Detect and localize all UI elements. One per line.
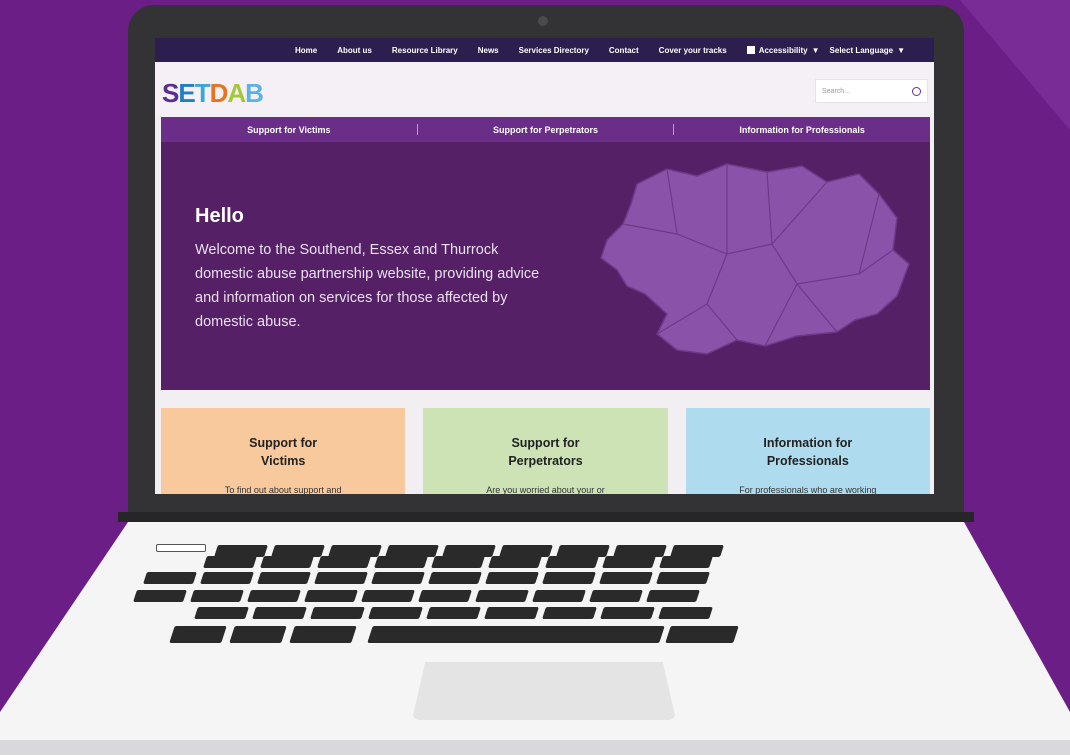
keyboard-key	[646, 590, 700, 602]
search-placeholder: Search...	[822, 87, 851, 95]
search-icon[interactable]	[912, 86, 921, 96]
laptop-hinge	[118, 512, 974, 522]
mainnav-support-victims[interactable]: Support for Victims	[161, 125, 417, 135]
keyboard-key	[367, 626, 665, 643]
keyboard-key	[190, 590, 244, 602]
keyboard-key	[475, 590, 529, 602]
category-cards: Support for Victims To find out about su…	[161, 408, 930, 494]
nav-home[interactable]: Home	[295, 46, 317, 55]
keyboard-key	[361, 590, 415, 602]
keyboard-key	[368, 607, 423, 619]
keyboard-key	[488, 556, 542, 568]
keyboard-key	[431, 556, 485, 568]
keyboard-key	[374, 556, 428, 568]
accessibility-menu[interactable]: Accessibility ▼	[746, 45, 820, 55]
keyboard-key	[656, 572, 710, 584]
keyboard-key	[371, 572, 425, 584]
keyboard-key	[229, 626, 287, 643]
card-text: To find out about support and	[224, 485, 342, 494]
keyboard-key	[426, 607, 481, 619]
keyboard-key	[599, 572, 653, 584]
nav-contact[interactable]: Contact	[609, 46, 639, 55]
accessibility-icon	[746, 46, 755, 54]
keyboard-key	[659, 556, 713, 568]
keyboard-key	[665, 626, 739, 643]
nav-cover-your-tracks[interactable]: Cover your tracks	[659, 46, 727, 55]
card-support-victims[interactable]: Support for Victims To find out about su…	[161, 408, 406, 494]
keyboard-key	[257, 572, 311, 584]
search-input[interactable]: Search...	[815, 79, 928, 103]
keyboard-key	[418, 590, 472, 602]
language-label: Select Language	[829, 45, 894, 55]
essex-map-icon	[600, 163, 910, 355]
nav-resource-library[interactable]: Resource Library	[392, 46, 458, 55]
keyboard-key	[428, 572, 482, 584]
language-select[interactable]: Select Language ▼	[830, 46, 906, 55]
card-title: Support for Victims	[249, 436, 318, 468]
nav-services-directory[interactable]: Services Directory	[519, 46, 589, 55]
hero-text: Welcome to the Southend, Essex and Thurr…	[195, 242, 540, 330]
trackpad	[412, 662, 676, 720]
keyboard-key	[542, 607, 597, 619]
keyboard-key	[602, 556, 656, 568]
keyboard-key	[247, 590, 301, 602]
keyboard-key	[545, 556, 599, 568]
chevron-down-icon: ▼	[897, 45, 906, 55]
card-text: Are you worried about your or	[486, 485, 605, 494]
chevron-down-icon: ▼	[811, 45, 820, 55]
keyboard-key	[200, 572, 254, 584]
background-shade	[960, 0, 1070, 130]
card-text: For professionals who are working	[739, 485, 877, 494]
keyboard-key	[289, 626, 357, 643]
mainnav-information-professionals[interactable]: Information for Professionals	[674, 125, 930, 135]
keyboard-key	[542, 572, 596, 584]
card-information-professionals[interactable]: Information for Professionals For profes…	[685, 408, 930, 494]
accessibility-label: Accessibility	[758, 45, 808, 55]
keyboard-key	[317, 556, 371, 568]
keyboard-key	[260, 556, 314, 568]
top-navigation: Home About us Resource Library News Serv…	[155, 38, 934, 62]
browser-screen: Home About us Resource Library News Serv…	[155, 38, 934, 494]
site-header: SETDAB Search...	[155, 62, 934, 117]
setdab-logo[interactable]: SETDAB	[162, 78, 264, 109]
keyboard-key	[203, 556, 257, 568]
keyboard-key	[169, 626, 227, 643]
card-support-perpetrators[interactable]: Support for Perpetrators Are you worried…	[423, 408, 668, 494]
card-title: Information for Professionals	[763, 436, 853, 468]
hero-banner: Hello Welcome to the Southend, Essex and…	[161, 142, 930, 390]
hero-title: Hello	[195, 205, 244, 227]
keyboard-key	[532, 590, 586, 602]
card-title: Support for Perpetrators	[508, 436, 583, 468]
keyboard-key	[133, 590, 187, 602]
keyboard-key	[314, 572, 368, 584]
webcam-icon	[538, 16, 548, 26]
mainnav-support-perpetrators[interactable]: Support for Perpetrators	[418, 125, 674, 135]
keyboard-key	[194, 607, 249, 619]
nav-about-us[interactable]: About us	[337, 46, 372, 55]
keyboard-key	[304, 590, 358, 602]
keyboard-key	[658, 607, 713, 619]
keyboard-key	[143, 572, 197, 584]
keyboard-key	[485, 572, 539, 584]
keyboard-key	[600, 607, 655, 619]
keyboard-key	[484, 607, 539, 619]
escape-key	[156, 544, 206, 552]
nav-news[interactable]: News	[478, 46, 499, 55]
main-navigation: Support for Victims Support for Perpetra…	[161, 117, 930, 142]
keyboard-key	[310, 607, 365, 619]
keyboard-key	[589, 590, 643, 602]
keyboard-key	[252, 607, 307, 619]
